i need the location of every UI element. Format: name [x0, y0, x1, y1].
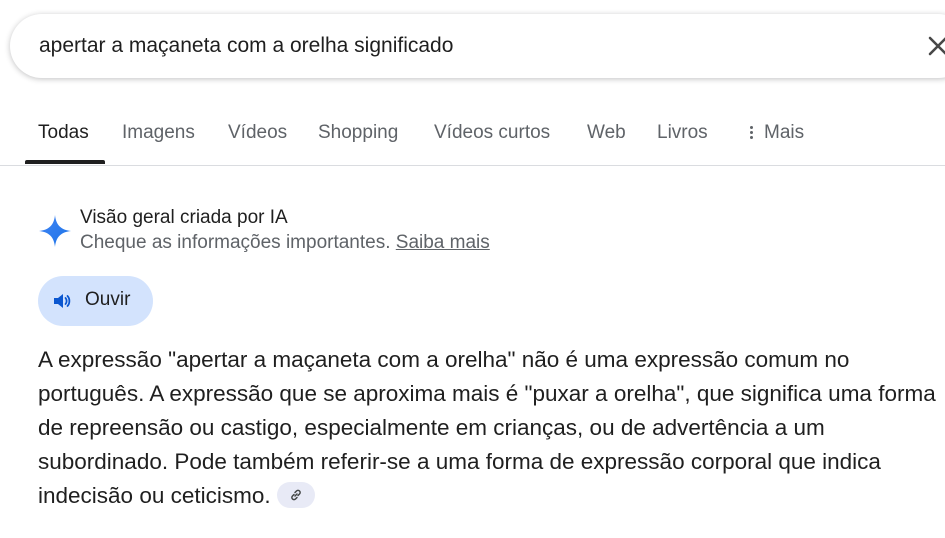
tab-imagens[interactable]: Imagens [122, 122, 195, 144]
search-bar[interactable]: apertar a maçaneta com a orelha signific… [10, 14, 945, 78]
ai-overview-answer: A expressão "apertar a maçaneta com a or… [38, 343, 938, 513]
tab-videos[interactable]: Vídeos [228, 122, 287, 144]
source-link-button[interactable] [276, 482, 315, 509]
search-tabs: Todas Imagens Vídeos Shopping Vídeos cur… [0, 110, 945, 166]
search-input[interactable]: apertar a maçaneta com a orelha signific… [39, 34, 453, 58]
sparkle-icon [39, 215, 71, 247]
more-vert-icon [750, 124, 754, 141]
tab-mais[interactable]: Mais [750, 122, 804, 144]
close-icon [928, 36, 945, 56]
tab-todas[interactable]: Todas [38, 122, 89, 144]
ai-overview-disclaimer: Cheque as informações importantes. [80, 232, 391, 253]
speaker-icon [54, 294, 71, 308]
ai-overview-title: Visão geral criada por IA [80, 207, 288, 228]
tab-mais-label: Mais [764, 122, 805, 143]
clear-search-button[interactable] [924, 32, 945, 60]
tab-videos-curtos[interactable]: Vídeos curtos [434, 122, 550, 144]
link-icon [290, 489, 301, 501]
tab-shopping[interactable]: Shopping [318, 122, 398, 144]
listen-button[interactable]: Ouvir [38, 276, 153, 326]
listen-label: Ouvir [85, 289, 131, 310]
learn-more-link[interactable]: Saiba mais [396, 232, 490, 253]
ai-overview-subtitle: Cheque as informações importantes. Saiba… [80, 232, 490, 254]
tab-livros[interactable]: Livros [657, 122, 708, 144]
tab-web[interactable]: Web [587, 122, 626, 144]
active-tab-indicator [25, 160, 105, 164]
answer-text: A expressão "apertar a maçaneta com a or… [38, 347, 936, 508]
